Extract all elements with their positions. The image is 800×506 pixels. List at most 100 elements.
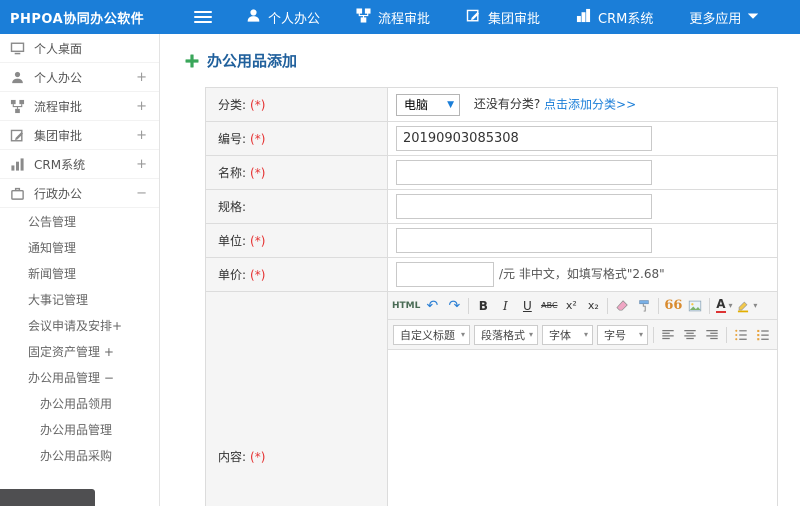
code-input[interactable] (396, 126, 652, 151)
font-color-letter: A (716, 297, 726, 313)
editor-content-area[interactable] (388, 350, 777, 506)
nav-label: 集团审批 (488, 11, 541, 27)
caret-down-icon: ▾ (583, 330, 588, 339)
expand-toggle[interactable]: + (136, 99, 147, 114)
sidebar-label: 办公用品采购 (40, 448, 113, 463)
field-label-unit: 单位: (218, 234, 247, 248)
subscript-button[interactable]: x₂ (583, 295, 603, 317)
caret-down-icon: ▾ (528, 330, 533, 339)
strikethrough-button[interactable]: ABC (539, 295, 559, 317)
expand-toggle[interactable]: + (136, 128, 147, 143)
nav-label: CRM系统 (598, 11, 654, 27)
required-mark: (*) (250, 234, 266, 248)
dropdown-label: 段落格式 (481, 328, 525, 342)
undo-icon[interactable]: ↶ (422, 295, 442, 317)
format-painter-icon[interactable] (634, 295, 654, 317)
sidebar-item-group-approval[interactable]: 集团审批 + (0, 121, 159, 150)
toolbar-separator (653, 326, 654, 343)
sidebar-item-announcement-mgmt[interactable]: 公告管理 (0, 208, 159, 234)
form-row-code: 编号: (*) (205, 121, 778, 156)
price-input[interactable] (396, 262, 494, 287)
blockquote-button[interactable]: 66 (663, 295, 683, 317)
html-source-button[interactable]: HTML (392, 295, 420, 317)
expand-toggle[interactable]: + (136, 157, 147, 172)
sidebar-item-fixed-assets-mgmt[interactable]: 固定资产管理 + (0, 338, 159, 364)
topbar: PHPOA协同办公软件 个人办公 流程审批 集团审批 CRM系统 更多应用 (0, 0, 800, 34)
field-label-spec: 规格: (218, 200, 247, 214)
ordered-list-icon[interactable] (753, 324, 773, 346)
toolbar-separator (468, 297, 470, 314)
nav-process-approval[interactable]: 流程审批 (356, 7, 430, 27)
top-navigation: 个人办公 流程审批 集团审批 CRM系统 更多应用 (246, 7, 759, 27)
sidebar-label: CRM系统 (34, 157, 86, 172)
category-select[interactable]: 电脑 ▼ (396, 93, 460, 116)
browser-status-bubble (0, 489, 95, 506)
sidebar-item-meeting-request[interactable]: 会议申请及安排+ (0, 312, 159, 338)
caret-down-icon: ▾ (753, 301, 758, 310)
sidebar-item-supplies-purchase[interactable]: 办公用品采购 (0, 442, 159, 468)
required-mark: (*) (250, 98, 266, 112)
sidebar-label: 行政办公 (34, 186, 83, 201)
font-family-dropdown[interactable]: 字体 ▾ (542, 324, 593, 345)
expand-toggle[interactable]: − (136, 186, 147, 201)
sidebar-item-process-approval[interactable]: 流程审批 + (0, 92, 159, 121)
nav-personal-office[interactable]: 个人办公 (246, 8, 320, 27)
toolbar-separator (726, 326, 727, 343)
eraser-icon[interactable] (612, 295, 632, 317)
sidebar-item-events-mgmt[interactable]: 大事记管理 (0, 286, 159, 312)
sidebar-item-personal-desktop[interactable]: 个人桌面 (0, 34, 159, 63)
desktop-icon (10, 41, 25, 56)
bold-button[interactable]: B (473, 295, 493, 317)
main-content: 办公用品添加 分类: (*) 电脑 ▼ 还没有分类? 点击添加分类>> 编号: … (161, 34, 800, 506)
nav-more-apps[interactable]: 更多应用 (689, 8, 759, 27)
name-input[interactable] (396, 160, 652, 185)
underline-button[interactable]: U (517, 295, 537, 317)
person-icon (246, 8, 261, 27)
custom-heading-dropdown[interactable]: 自定义标题 ▾ (393, 324, 470, 345)
sidebar-item-news-mgmt[interactable]: 新闻管理 (0, 260, 159, 286)
unit-input[interactable] (396, 228, 652, 253)
sidebar-label: 个人办公 (34, 70, 83, 85)
nav-crm-system[interactable]: CRM系统 (576, 8, 653, 27)
sidebar-item-supplies-management[interactable]: 办公用品管理 (0, 416, 159, 442)
field-label-price: 单价: (218, 268, 247, 282)
sidebar-item-office-supplies-mgmt-group[interactable]: 办公用品管理 − (0, 364, 159, 390)
expand-toggle[interactable]: + (136, 70, 147, 85)
edit-icon (10, 128, 25, 143)
dropdown-label: 字体 (549, 328, 571, 342)
add-category-link[interactable]: 点击添加分类>> (544, 97, 636, 111)
required-mark: (*) (250, 166, 266, 180)
form-row-name: 名称: (*) (205, 155, 778, 190)
sidebar-item-personal-office[interactable]: 个人办公 + (0, 63, 159, 92)
align-center-icon[interactable] (680, 324, 700, 346)
caret-down-icon (748, 10, 759, 25)
sidebar-label: 通知管理 (28, 240, 77, 255)
sidebar-item-crm-system[interactable]: CRM系统 + (0, 150, 159, 179)
highlight-pen-icon[interactable]: ▾ (736, 295, 757, 317)
sidebar-label: 个人桌面 (34, 41, 83, 56)
sidebar-label: 办公用品管理 − (28, 370, 114, 385)
required-mark: (*) (250, 268, 266, 282)
sidebar-item-admin-office[interactable]: 行政办公 − (0, 179, 159, 208)
form-row-unit: 单位: (*) (205, 223, 778, 258)
sidebar-item-notice-mgmt[interactable]: 通知管理 (0, 234, 159, 260)
spec-input[interactable] (396, 194, 652, 219)
italic-button[interactable]: I (495, 295, 515, 317)
paragraph-format-dropdown[interactable]: 段落格式 ▾ (474, 324, 538, 345)
font-color-button[interactable]: A ▾ (714, 295, 734, 317)
add-plus-icon (185, 54, 199, 68)
hamburger-menu-icon[interactable] (194, 8, 212, 26)
align-right-icon[interactable] (702, 324, 722, 346)
form-row-category: 分类: (*) 电脑 ▼ 还没有分类? 点击添加分类>> (205, 87, 778, 122)
redo-icon[interactable]: ↷ (444, 295, 464, 317)
insert-image-icon[interactable] (685, 295, 705, 317)
price-format-hint: /元 非中文，如填写格式"2.68" (499, 267, 665, 281)
unordered-list-icon[interactable] (731, 324, 751, 346)
align-left-icon[interactable] (658, 324, 678, 346)
sidebar-item-supplies-requisition[interactable]: 办公用品领用 (0, 390, 159, 416)
flow-icon (356, 7, 371, 27)
form-row-price: 单价: (*) /元 非中文，如填写格式"2.68" (205, 257, 778, 292)
font-size-dropdown[interactable]: 字号 ▾ (597, 324, 648, 345)
nav-group-approval[interactable]: 集团审批 (466, 8, 540, 27)
superscript-button[interactable]: x² (561, 295, 581, 317)
